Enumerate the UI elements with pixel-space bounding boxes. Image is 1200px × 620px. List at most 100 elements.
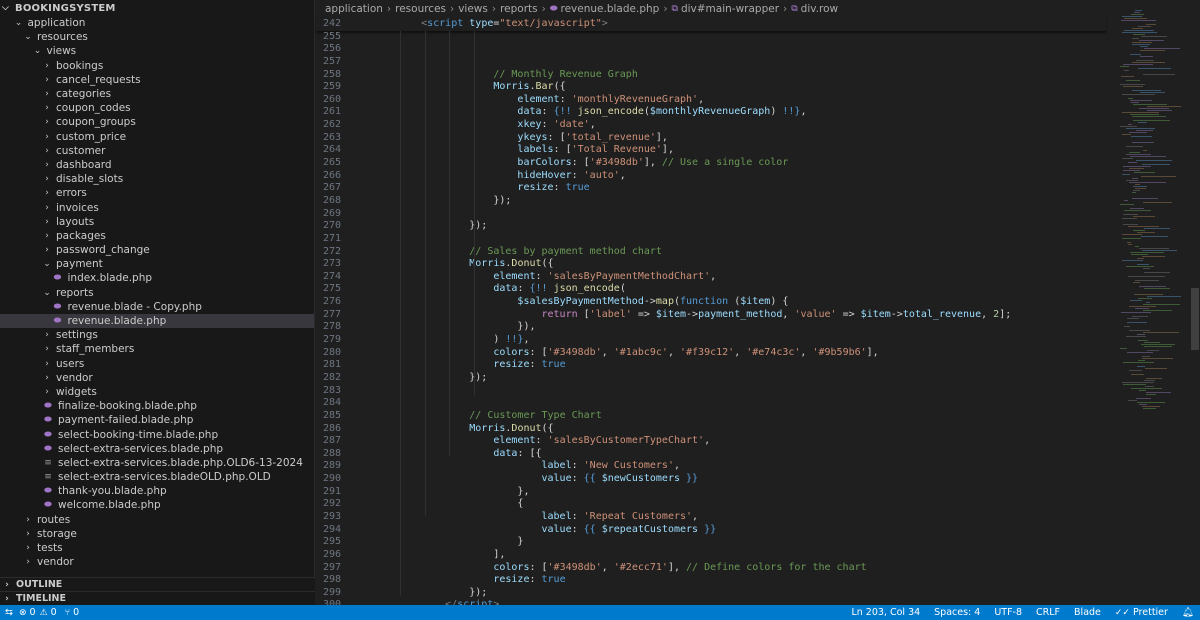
indentation[interactable]: Spaces: 4 [934,607,980,618]
breadcrumb-segment[interactable]: views [458,3,488,15]
cursor-position[interactable]: Ln 203, Col 34 [851,607,920,618]
code-line[interactable]: 295 } [316,536,1106,549]
code-line[interactable]: 282 }); [316,372,1106,385]
tree-folder[interactable]: › vendor [0,555,314,569]
code-area[interactable]: 242 <script type="text/javascript"> 255 2… [316,18,1106,620]
tree-folder[interactable]: › routes [0,513,314,527]
code-line[interactable]: 276 $salesByPaymentMethod->map(function … [316,296,1106,309]
code-line[interactable]: 293 label: 'Repeat Customers', [316,511,1106,524]
code-line[interactable]: 265 barColors: ['#3498db'], // Use a sin… [316,157,1106,170]
remote-indicator[interactable]: ⇆ [5,607,13,618]
tree-file[interactable]: ⬬ revenue.blade.php [0,313,314,329]
tree-file[interactable]: ⬬ select-extra-services.blade.php [0,442,314,456]
encoding[interactable]: UTF-8 [994,607,1022,618]
notifications[interactable]: 🔔︎ [1182,607,1194,618]
line-ending[interactable]: CRLF [1036,607,1060,618]
breadcrumb-segment[interactable]: resources [395,3,446,15]
code-line[interactable]: 260 element: 'monthlyRevenueGraph', [316,94,1106,107]
code-line[interactable]: 291 }, [316,486,1106,499]
tree-folder[interactable]: › layouts [0,215,314,229]
code-line[interactable]: 277 return ['label' => $item->payment_me… [316,309,1106,322]
code-line[interactable]: 269 [316,208,1106,221]
tree-folder[interactable]: ⌄ resources [0,30,314,44]
tree-file[interactable]: ⬬ thank-you.blade.php [0,484,314,498]
tree-folder[interactable]: ⌄ reports [0,286,314,300]
problems-warnings[interactable]: ⚠ 0 [40,607,57,618]
code-line[interactable]: 284 [316,397,1106,410]
code-line[interactable]: 261 data: {!! json_encode($monthlyRevenu… [316,106,1106,119]
breadcrumb-segment[interactable]: div.row [801,3,838,15]
tree-folder[interactable]: › users [0,357,314,371]
tree-folder[interactable]: › vendor [0,371,314,385]
ports-indicator[interactable]: ⑂ 0 [65,607,79,618]
code-line[interactable]: 296 ], [316,549,1106,562]
code-line[interactable]: 256 [316,43,1106,56]
code-line[interactable]: 283 [316,385,1106,398]
tree-folder[interactable]: ⌄ application [0,16,314,30]
tree-folder[interactable]: › custom_price [0,130,314,144]
code-line[interactable]: 270 }); [316,220,1106,233]
code-line[interactable]: 287 element: 'salesByCustomerTypeChart', [316,435,1106,448]
tree-folder[interactable]: › packages [0,229,314,243]
tree-folder[interactable]: › tests [0,541,314,555]
code-line[interactable]: 292 { [316,498,1106,511]
formatter-status[interactable]: ✓✓ Prettier [1115,607,1168,618]
tree-folder[interactable]: › disable_slots [0,172,314,186]
tree-folder[interactable]: › settings [0,328,314,342]
vertical-scrollbar[interactable] [1190,0,1200,600]
code-line[interactable]: 275 data: {!! json_encode( [316,283,1106,296]
code-line[interactable]: 289 label: 'New Customers', [316,460,1106,473]
code-line[interactable]: 299 }); [316,587,1106,600]
code-line[interactable]: 264 labels: ['Total Revenue'], [316,144,1106,157]
code-line[interactable]: 272 // Sales by payment method chart [316,246,1106,259]
code-line[interactable]: 274 element: 'salesByPaymentMethodChart'… [316,271,1106,284]
tree-folder[interactable]: › errors [0,186,314,200]
code-line[interactable]: 281 resize: true [316,359,1106,372]
breadcrumb-segment[interactable]: div#main-wrapper [681,3,779,15]
tree-folder[interactable]: › invoices [0,200,314,214]
tree-file[interactable]: ≡ select-extra-services.blade.php.OLD6-13… [0,456,314,470]
language-mode[interactable]: Blade [1074,607,1101,618]
code-line[interactable]: 297 colors: ['#3498db', '#2ecc71'], // D… [316,562,1106,575]
code-line[interactable]: 267 resize: true [316,182,1106,195]
code-line[interactable]: 259 Morris.Bar({ [316,81,1106,94]
tree-folder[interactable]: › categories [0,87,314,101]
code-line[interactable]: 280 colors: ['#3498db', '#1abc9c', '#f39… [316,347,1106,360]
tree-folder[interactable]: › coupon_groups [0,115,314,129]
tree-folder[interactable]: › cancel_requests [0,73,314,87]
sticky-scroll-line[interactable]: 242 <script type="text/javascript"> [316,18,1106,31]
code-line[interactable]: 268 }); [316,195,1106,208]
tree-folder[interactable]: › widgets [0,385,314,399]
tree-folder[interactable]: › bookings [0,59,314,73]
code-line[interactable]: 294 value: {{ $repeatCustomers }} [316,524,1106,537]
tree-file[interactable]: ⬬ payment-failed.blade.php [0,413,314,427]
code-line[interactable]: 298 resize: true [316,574,1106,587]
code-line[interactable]: 258 // Monthly Revenue Graph [316,69,1106,82]
code-line[interactable]: 262 xkey: 'date', [316,119,1106,132]
scrollbar-thumb[interactable] [1191,288,1199,350]
code-line[interactable]: 273 Morris.Donut({ [316,258,1106,271]
tree-file[interactable]: ⬬ select-booking-time.blade.php [0,427,314,441]
problems-errors[interactable]: ⊗ 0 [19,607,36,618]
code-line[interactable]: 279 ) !!}, [316,334,1106,347]
code-line[interactable]: 285 // Customer Type Chart [316,410,1106,423]
tree-folder[interactable]: › storage [0,527,314,541]
code-line[interactable]: 257 [316,56,1106,69]
outline-section-header[interactable]: › OUTLINE [0,577,315,591]
breadcrumb-segment[interactable]: reports [500,3,538,15]
tree-folder[interactable]: › password_change [0,243,314,257]
minimap[interactable] [1112,0,1192,600]
code-line[interactable]: 271 [316,233,1106,246]
breadcrumb-segment[interactable]: revenue.blade.php [561,3,660,15]
code-line[interactable]: 266 hideHover: 'auto', [316,170,1106,183]
explorer-root-header[interactable]: ⌵ BOOKINGSYSTEM [0,0,314,16]
tree-folder[interactable]: ⌄ payment [0,257,314,271]
code-line[interactable]: 263 ykeys: ['total_revenue'], [316,132,1106,145]
tree-file[interactable]: ⬬ welcome.blade.php [0,498,314,512]
tree-file[interactable]: ⬬ revenue.blade - Copy.php [0,300,314,314]
tree-folder[interactable]: › coupon_codes [0,101,314,115]
code-line[interactable]: 288 data: [{ [316,448,1106,461]
tree-folder[interactable]: › customer [0,144,314,158]
tree-folder[interactable]: › dashboard [0,158,314,172]
code-line[interactable]: 290 value: {{ $newCustomers }} [316,473,1106,486]
